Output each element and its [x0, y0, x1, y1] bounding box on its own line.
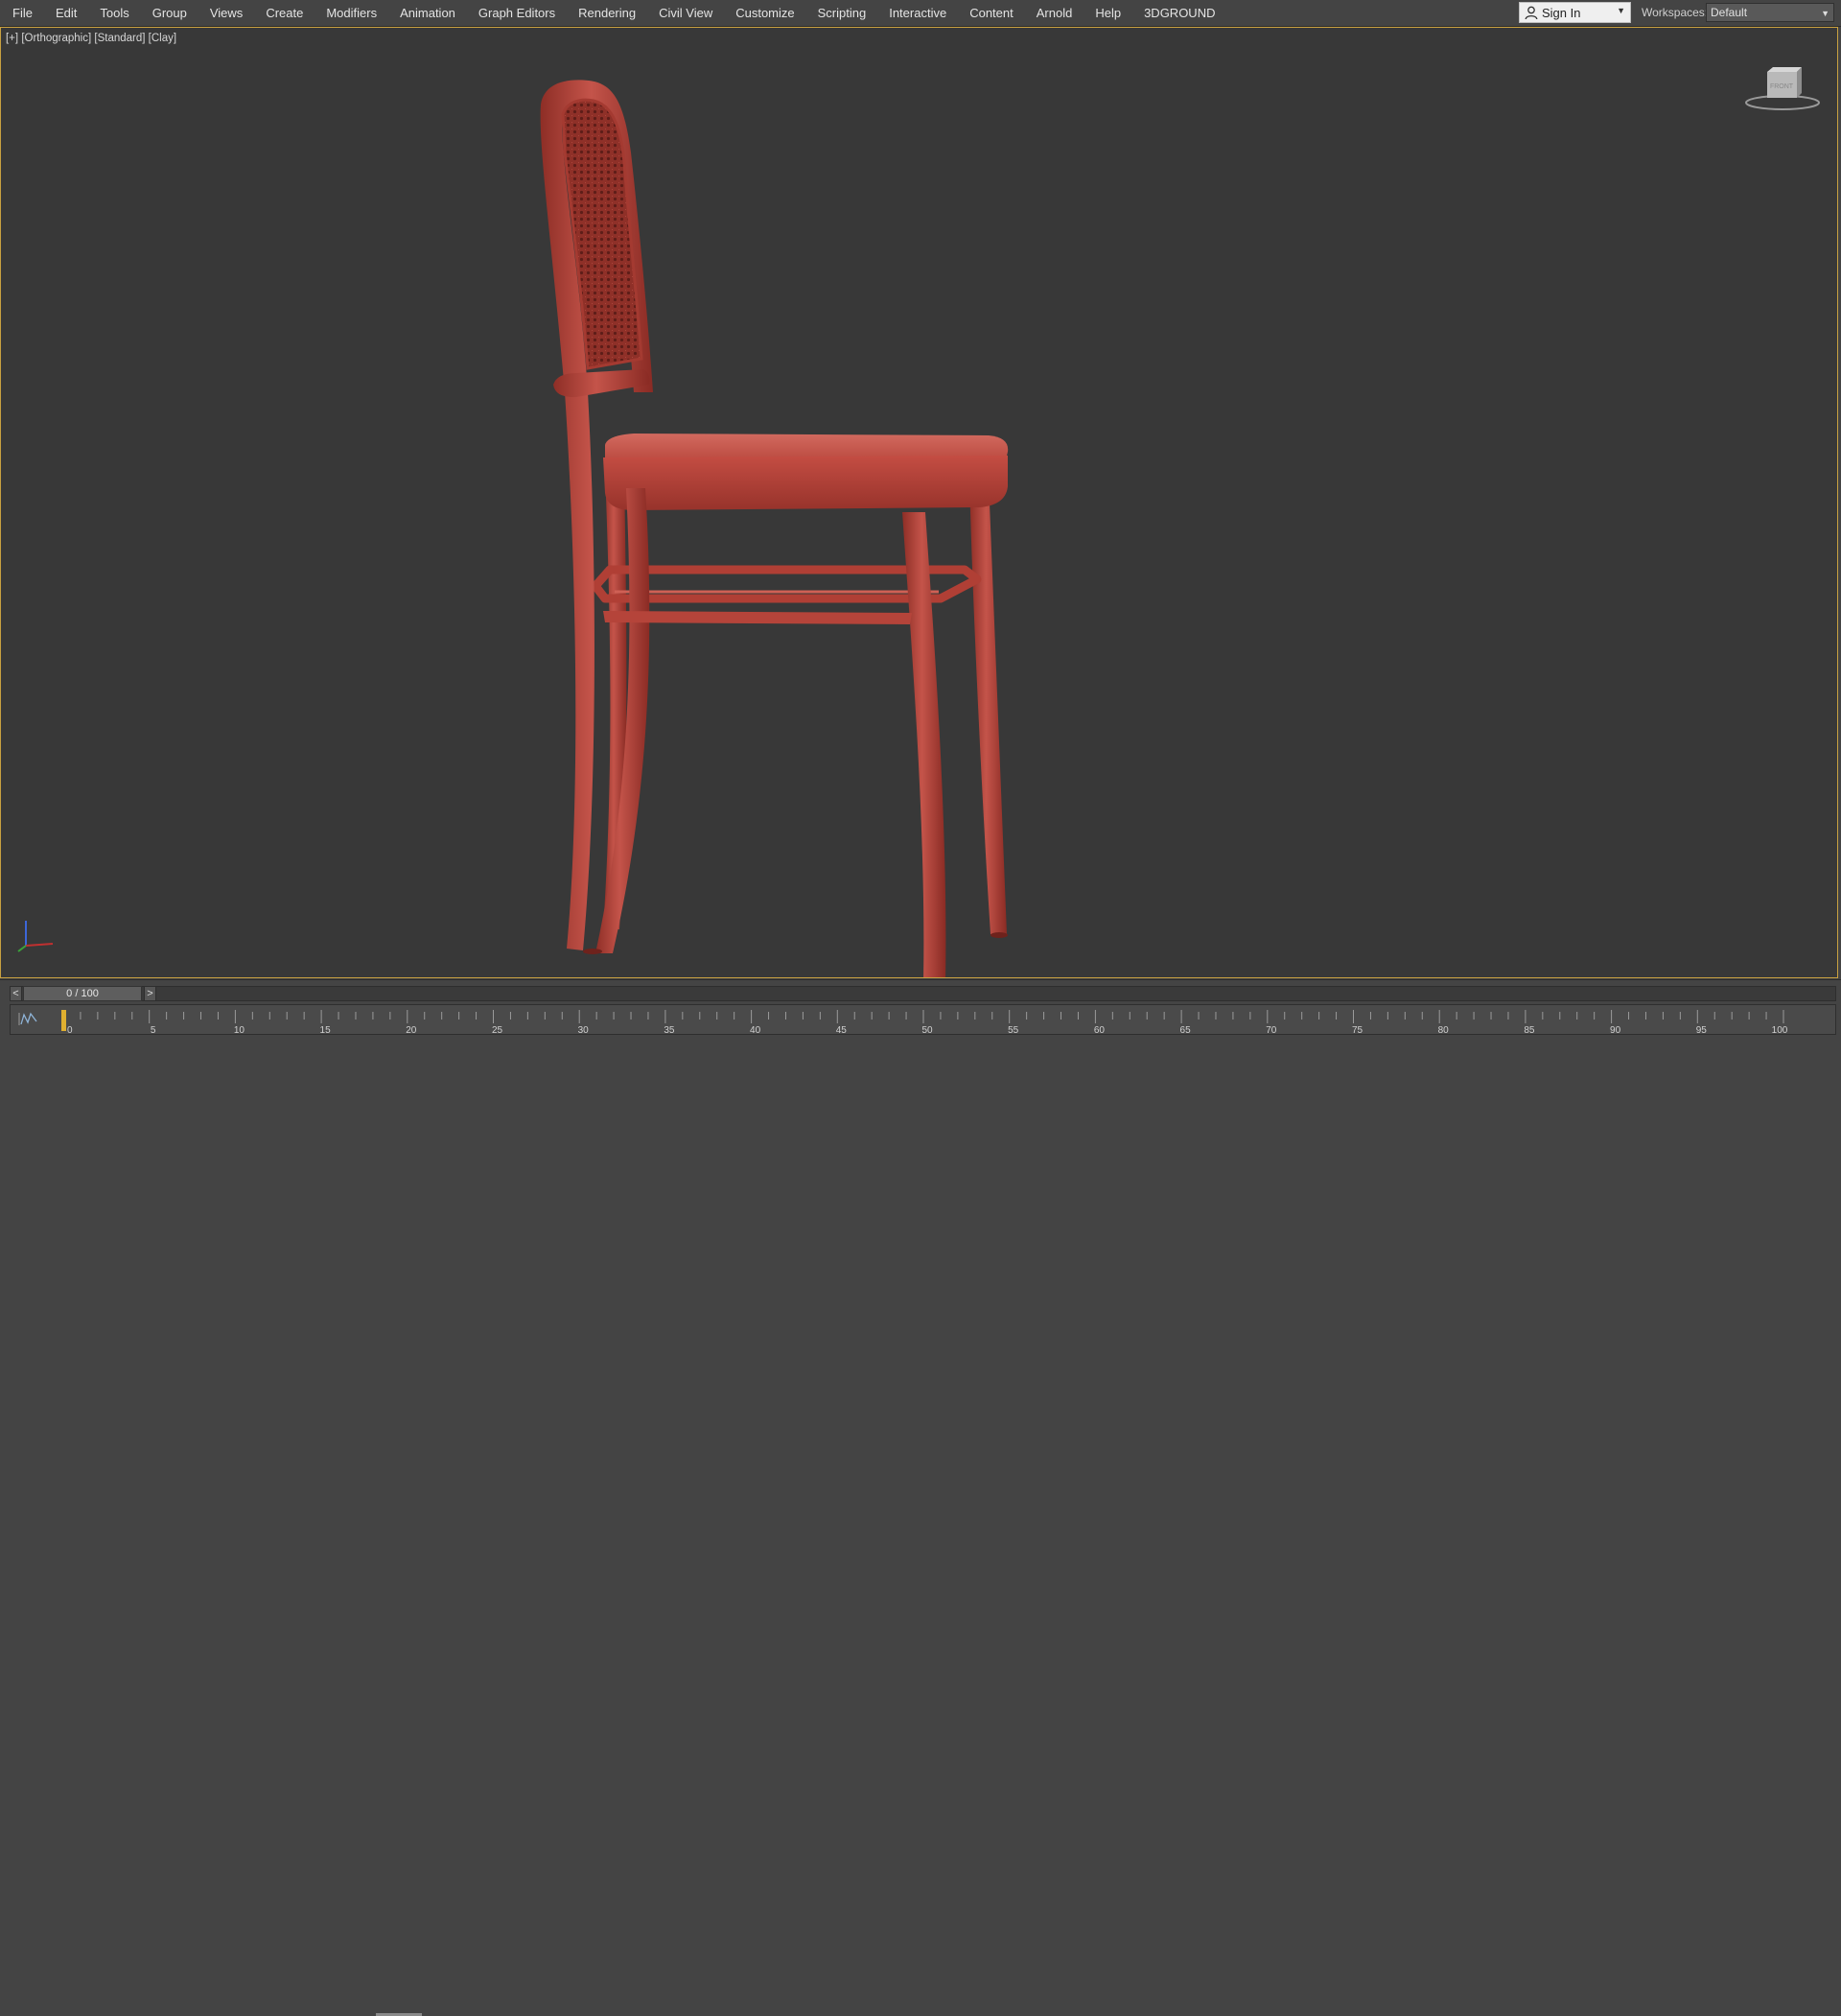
ruler-tick-label: 80 [1438, 1025, 1450, 1036]
ruler-tick-label: 75 [1352, 1025, 1363, 1036]
menu-item-scripting[interactable]: Scripting [806, 0, 878, 26]
chevron-down-icon: ▼ [1821, 9, 1829, 18]
menu-item-civil-view[interactable]: Civil View [647, 0, 724, 26]
menu-item-help[interactable]: Help [1084, 0, 1132, 26]
chevron-down-icon: ▼ [1617, 6, 1625, 15]
ruler-tick-label: 10 [234, 1025, 245, 1036]
ruler-tick-label: 70 [1266, 1025, 1277, 1036]
menu-item-3dground[interactable]: 3DGROUND [1132, 0, 1226, 26]
ruler-tick-label: 45 [836, 1025, 848, 1036]
main-menu: File Edit Tools Group Views Create Modifiers An… [6, 0, 1226, 26]
menu-item-interactive[interactable]: Interactive [877, 0, 958, 26]
previous-frame-button[interactable]: < [10, 986, 22, 1001]
menu-item-graph-editors[interactable]: Graph Editors [467, 0, 567, 26]
next-frame-button[interactable]: > [144, 986, 156, 1001]
ruler-tick-label: 40 [750, 1025, 761, 1036]
menu-item-content[interactable]: Content [958, 0, 1025, 26]
time-slider-track[interactable] [10, 986, 1836, 1001]
ruler-tick-label: 30 [578, 1025, 590, 1036]
menu-item-arnold[interactable]: Arnold [1025, 0, 1084, 26]
menu-item-customize[interactable]: Customize [724, 0, 805, 26]
front-leg-far [969, 479, 1007, 934]
ruler-tick-label: 100 [1772, 1025, 1788, 1036]
viewcube-face-label: FRONT [1770, 83, 1794, 90]
workspaces-value: Default [1711, 6, 1748, 19]
ruler-tick-label: 50 [921, 1025, 933, 1036]
menu-item-edit[interactable]: Edit [44, 0, 88, 26]
ruler-tick-label: 65 [1180, 1025, 1192, 1036]
viewcube-icon[interactable]: FRONT [1741, 64, 1824, 112]
ruler-tick-label: 55 [1008, 1025, 1019, 1036]
sign-in-button[interactable]: Sign In ▼ [1519, 2, 1631, 23]
front-leg-near [902, 512, 946, 977]
menu-item-file[interactable]: File [6, 0, 44, 26]
ruler-tick-label: 20 [406, 1025, 417, 1036]
ruler-tick-label: 0 [67, 1025, 73, 1036]
workspaces-dropdown[interactable]: Default ▼ [1706, 3, 1834, 22]
sign-in-label: Sign In [1542, 5, 1581, 20]
ruler-tick-label: 60 [1094, 1025, 1106, 1036]
axis-tripod-icon [17, 921, 54, 952]
ruler-tick-label: 85 [1524, 1025, 1535, 1036]
time-slider-thumb[interactable]: 0 / 100 [23, 986, 142, 1001]
user-icon [1525, 6, 1538, 19]
menu-item-tools[interactable]: Tools [88, 0, 140, 26]
time-slider-bar: < 0 / 100 > 0 5 10 15 20 25 30 35 40 45 50 55 60 65 70… [0, 979, 1841, 2016]
menu-bar: File Edit Tools Group Views Create Modifiers An… [0, 0, 1841, 27]
seat-apron [603, 456, 1008, 510]
menu-item-animation[interactable]: Animation [388, 0, 467, 26]
menu-item-group[interactable]: Group [141, 0, 198, 26]
ruler-tick-label: 25 [492, 1025, 503, 1036]
menu-item-views[interactable]: Views [198, 0, 254, 26]
frame-ruler: 0 5 10 15 20 25 30 35 40 45 50 55 60 65 70 75 80 85 90 95 10… [61, 1010, 1788, 1036]
ruler-tick-label: 15 [320, 1025, 332, 1036]
ruler-tick-label: 35 [664, 1025, 675, 1036]
workspaces-label: Workspaces: [1642, 6, 1709, 19]
ruler-tick-label: 95 [1696, 1025, 1708, 1036]
ruler-tick-label: 5 [151, 1025, 156, 1036]
current-frame-marker[interactable] [61, 1010, 66, 1031]
perspective-viewport[interactable]: [+] [Orthographic] [Standard] [Clay] FRO… [0, 27, 1838, 978]
ruler-tick-label: 90 [1610, 1025, 1621, 1036]
front-stretcher [603, 611, 912, 624]
menu-item-create[interactable]: Create [254, 0, 315, 26]
menu-item-modifiers[interactable]: Modifiers [315, 0, 388, 26]
menu-item-rendering[interactable]: Rendering [567, 0, 647, 26]
chair-model[interactable] [1, 28, 1838, 978]
